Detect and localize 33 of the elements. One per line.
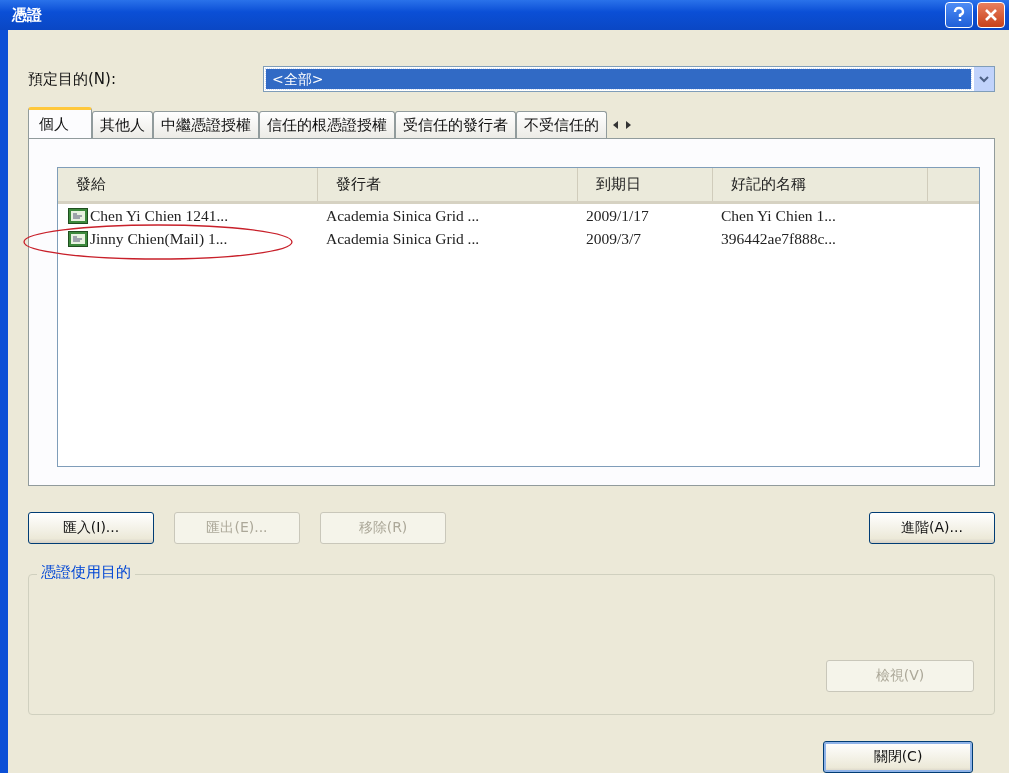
table-cell-text: 2009/3/7 xyxy=(585,228,643,249)
scroll-right-icon[interactable] xyxy=(624,119,633,130)
table-cell-text: Academia Sinica Grid ... xyxy=(325,205,481,226)
table-cell-text: 396442ae7f888c... xyxy=(720,228,837,249)
table-cell: Jinny Chien(Mail) 1... xyxy=(58,227,318,250)
group-title: 憑證使用目的 xyxy=(37,563,135,582)
chevron-down-icon xyxy=(978,74,990,84)
table-cell-text: Academia Sinica Grid ... xyxy=(325,228,481,249)
close-dialog-button[interactable]: 關閉(C) xyxy=(823,741,973,773)
scroll-left-icon[interactable] xyxy=(611,119,620,130)
column-header[interactable]: 好記的名稱 xyxy=(713,168,928,201)
column-header[interactable]: 發給 xyxy=(58,168,318,201)
close-button[interactable] xyxy=(977,2,1005,28)
tab[interactable]: 個人 xyxy=(28,107,92,138)
tab[interactable]: 其他人 xyxy=(92,111,153,138)
column-header[interactable]: 到期日 xyxy=(578,168,713,201)
help-button[interactable] xyxy=(945,2,973,28)
purpose-label: 預定目的(N): xyxy=(28,69,117,89)
window-title: 憑證 xyxy=(12,5,42,25)
tab[interactable]: 不受信任的 xyxy=(516,111,607,138)
tab[interactable]: 受信任的發行者 xyxy=(395,111,516,138)
table-cell-text: Chen Yi Chien 1... xyxy=(720,205,837,226)
tab[interactable]: 信任的根憑證授權 xyxy=(259,111,395,138)
advanced-button[interactable]: 進階(A)... xyxy=(869,512,995,544)
table-cell-text: 2009/1/17 xyxy=(585,205,650,226)
certificate-icon xyxy=(68,207,88,224)
certificate-icon xyxy=(68,230,88,247)
tab[interactable]: 中繼憑證授權 xyxy=(153,111,259,138)
close-icon xyxy=(983,7,999,23)
table-cell: Chen Yi Chien 1241... xyxy=(58,204,318,227)
purpose-dropdown[interactable]: <全部> xyxy=(263,66,995,92)
column-header[interactable]: 發行者 xyxy=(318,168,578,201)
action-button[interactable]: 匯入(I)... xyxy=(28,512,154,544)
